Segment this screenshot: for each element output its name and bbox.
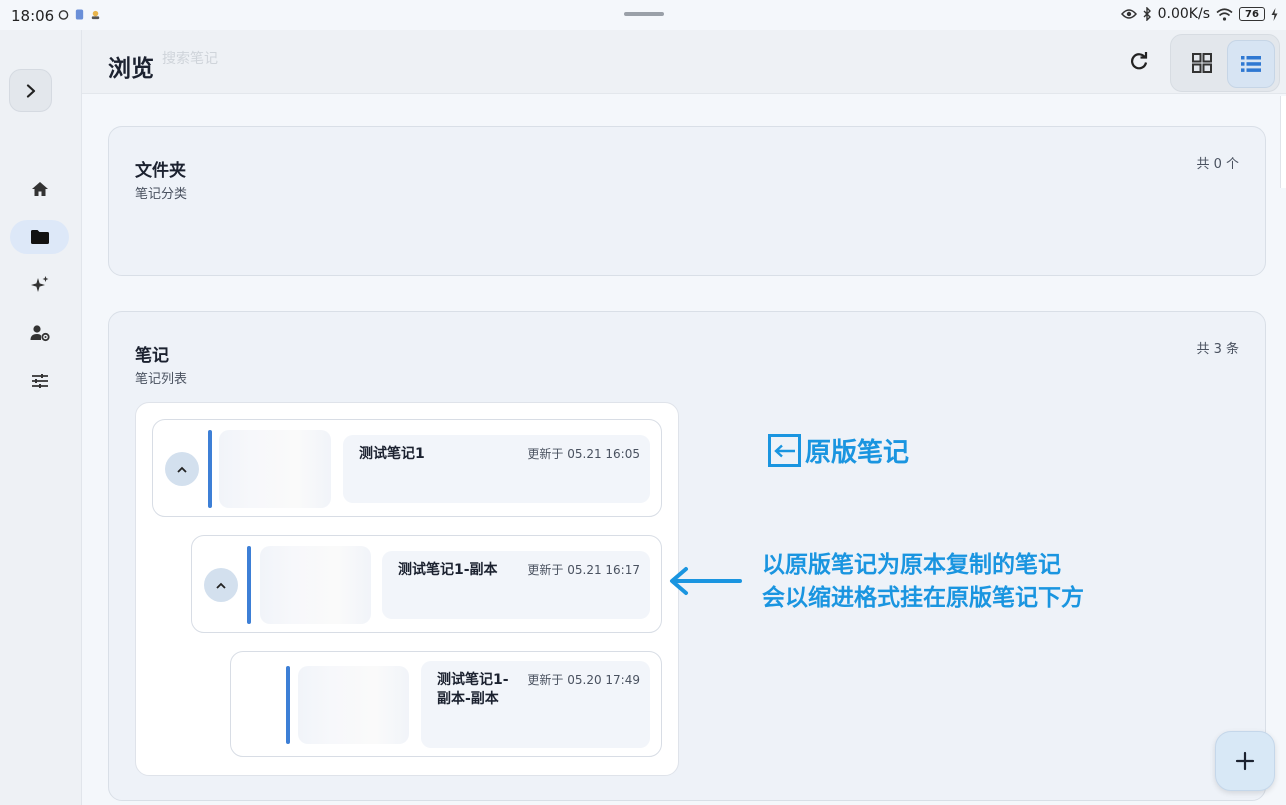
rail-item-home[interactable] bbox=[10, 172, 69, 206]
collapse-button[interactable] bbox=[204, 568, 238, 602]
note-content: 测试笔记1- 副本-副本 更新于 05.20 17:49 bbox=[421, 661, 650, 748]
rail-item-folders[interactable] bbox=[10, 220, 69, 254]
rail-item-account[interactable] bbox=[10, 316, 69, 350]
folders-card: 文件夹 笔记分类 共 0 个 bbox=[108, 126, 1266, 276]
status-right: 0.00K/s 76 bbox=[1120, 6, 1278, 22]
edge-panel bbox=[1280, 96, 1286, 188]
alarm-icon bbox=[58, 10, 69, 20]
eye-icon bbox=[1120, 9, 1137, 19]
notes-count: 共 3 条 bbox=[1196, 342, 1239, 357]
status-bar: 18:06 0.00K/s 76 bbox=[0, 0, 1286, 30]
nav-rail bbox=[0, 30, 82, 805]
note-title: 测试笔记1 bbox=[359, 446, 425, 462]
sparkle-icon bbox=[30, 276, 48, 292]
notification-icon bbox=[91, 10, 100, 20]
charging-icon bbox=[1271, 7, 1278, 21]
list-view-icon bbox=[1241, 56, 1261, 72]
user-settings-icon bbox=[30, 325, 50, 342]
note-content: 测试笔记1-副本 更新于 05.21 16:17 bbox=[382, 551, 650, 619]
view-mode-toggle bbox=[1170, 34, 1280, 92]
note-thumbnail bbox=[219, 430, 331, 508]
search-placeholder[interactable]: 搜索笔记 bbox=[162, 48, 218, 68]
arrow-left-icon bbox=[670, 567, 742, 595]
plus-icon bbox=[1235, 751, 1255, 771]
note-list: 测试笔记1 更新于 05.21 16:05 测试笔记1-副本 更新于 05.21… bbox=[135, 402, 679, 776]
annotation-original-label: 原版笔记 bbox=[768, 432, 909, 469]
note-title-line1: 测试笔记1- bbox=[437, 672, 509, 688]
note-accent-bar bbox=[208, 430, 212, 508]
notes-title: 笔记 bbox=[135, 346, 169, 366]
note-thumbnail bbox=[298, 666, 409, 744]
bluetooth-icon bbox=[1143, 7, 1151, 21]
rail-item-settings[interactable] bbox=[10, 364, 69, 398]
app-badge-icon bbox=[75, 9, 84, 20]
sliders-icon bbox=[31, 374, 48, 388]
add-note-button[interactable] bbox=[1215, 731, 1275, 791]
app-root: 18:06 0.00K/s 76 浏览 搜索笔记 文件夹 笔记分类 共 0 个 … bbox=[0, 0, 1286, 805]
chevron-right-icon bbox=[26, 83, 35, 98]
annotation-line-2: 会以缩进格式挂在原版笔记下方 bbox=[762, 585, 1084, 611]
grid-view-icon bbox=[1192, 53, 1212, 73]
note-item-original[interactable]: 测试笔记1 更新于 05.21 16:05 bbox=[152, 419, 662, 517]
note-updated: 更新于 05.21 16:17 bbox=[527, 563, 640, 577]
note-item-copy-of-copy[interactable]: 测试笔记1- 副本-副本 更新于 05.20 17:49 bbox=[230, 651, 662, 757]
folder-icon bbox=[30, 230, 49, 244]
status-notifications bbox=[58, 9, 101, 20]
note-title-line2: 副本-副本 bbox=[437, 691, 499, 707]
note-item-copy[interactable]: 测试笔记1-副本 更新于 05.21 16:17 bbox=[191, 535, 662, 633]
home-icon bbox=[31, 182, 48, 196]
annotation-description: 以原版笔记为原本复制的笔记 会以缩进格式挂在原版笔记下方 bbox=[762, 549, 1084, 615]
top-bar: 浏览 搜索笔记 bbox=[82, 30, 1286, 94]
folders-count: 共 0 个 bbox=[1196, 157, 1239, 172]
page-title: 浏览 bbox=[108, 56, 154, 82]
notes-card: 笔记 笔记列表 共 3 条 测试笔记1 更新于 05.21 16:05 测试笔记… bbox=[108, 311, 1266, 801]
note-updated: 更新于 05.20 17:49 bbox=[527, 673, 640, 687]
drag-handle[interactable] bbox=[624, 12, 664, 16]
folders-title: 文件夹 bbox=[135, 161, 186, 181]
rail-item-ai[interactable] bbox=[10, 268, 69, 302]
status-time: 18:06 bbox=[11, 7, 55, 25]
wifi-icon bbox=[1216, 7, 1233, 21]
folders-subtitle: 笔记分类 bbox=[135, 187, 188, 202]
grid-view-button[interactable] bbox=[1179, 40, 1225, 86]
network-speed: 0.00K/s bbox=[1157, 6, 1210, 22]
note-content: 测试笔记1 更新于 05.21 16:05 bbox=[343, 435, 650, 503]
note-accent-bar bbox=[286, 666, 290, 744]
annotation-line-1: 以原版笔记为原本复制的笔记 bbox=[762, 552, 1061, 578]
arrow-left-box-icon bbox=[768, 434, 801, 467]
note-accent-bar bbox=[247, 546, 251, 624]
notes-subtitle: 笔记列表 bbox=[135, 372, 188, 387]
note-thumbnail bbox=[260, 546, 371, 624]
battery-icon: 76 bbox=[1239, 7, 1265, 21]
annotation-original-text: 原版笔记 bbox=[805, 438, 910, 468]
refresh-button[interactable] bbox=[1124, 46, 1154, 76]
note-title: 测试笔记1- 副本-副本 bbox=[437, 671, 509, 709]
note-title: 测试笔记1-副本 bbox=[398, 562, 498, 578]
chevron-up-icon bbox=[216, 582, 226, 589]
list-view-button[interactable] bbox=[1227, 40, 1275, 88]
collapse-button[interactable] bbox=[165, 452, 199, 486]
refresh-icon bbox=[1131, 52, 1148, 70]
rail-expand-button[interactable] bbox=[9, 69, 52, 112]
note-updated: 更新于 05.21 16:05 bbox=[527, 447, 640, 461]
chevron-up-icon bbox=[177, 466, 187, 473]
